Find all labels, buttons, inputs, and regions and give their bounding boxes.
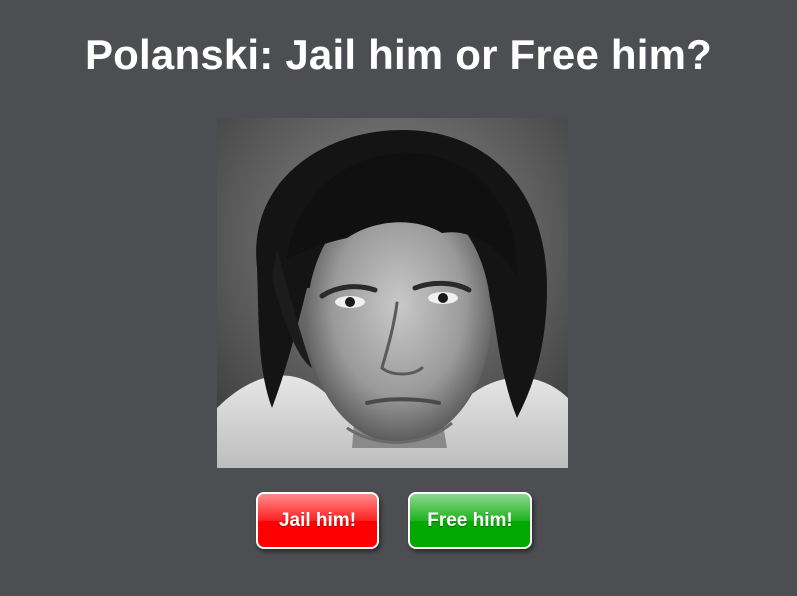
free-him-button[interactable]: Free him!	[408, 492, 532, 549]
page-title: Polanski: Jail him or Free him?	[84, 31, 713, 78]
jail-him-button[interactable]: Jail him!	[256, 492, 379, 549]
jail-him-label: Jail him!	[278, 509, 357, 531]
portrait-image	[217, 118, 568, 468]
free-him-label: Free him!	[427, 509, 513, 531]
